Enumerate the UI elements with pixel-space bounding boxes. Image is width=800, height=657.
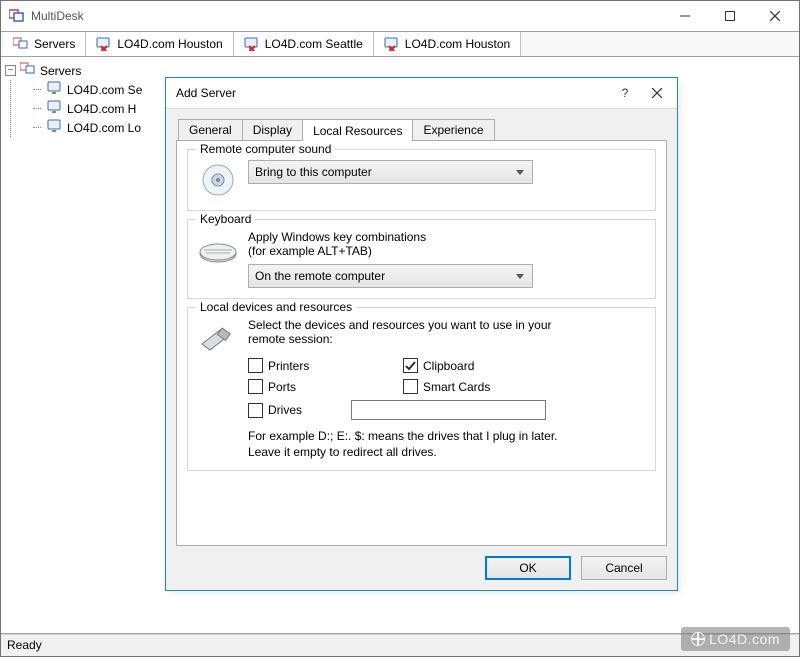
- group-keyboard: Keyboard Apply Windows key combinations …: [187, 219, 656, 299]
- tab-panel-local-resources: Remote computer sound Bring to this comp…: [176, 140, 667, 546]
- tab-display[interactable]: Display: [242, 119, 303, 140]
- drives-input[interactable]: [351, 400, 546, 420]
- dialog-tabs: General Display Local Resources Experien…: [178, 117, 667, 140]
- monitor-x-icon: [244, 37, 260, 51]
- sound-select-value: Bring to this computer: [255, 165, 372, 179]
- app-icon: [9, 8, 25, 24]
- checkbox-icon: [248, 358, 263, 373]
- collapse-icon[interactable]: −: [5, 65, 16, 76]
- statusbar: Ready: [1, 634, 799, 656]
- keyboard-desc-2: (for example ALT+TAB): [248, 244, 645, 258]
- group-title: Keyboard: [196, 212, 255, 226]
- keyboard-desc-1: Apply Windows key combinations: [248, 230, 645, 244]
- tree-item-label: LO4D.com Se: [67, 83, 142, 97]
- checkbox-label: Drives: [268, 403, 302, 417]
- cancel-button[interactable]: Cancel: [581, 556, 667, 580]
- titlebar: MultiDesk: [1, 1, 799, 31]
- group-title: Remote computer sound: [196, 142, 335, 156]
- tab-label: LO4D.com Houston: [117, 37, 222, 51]
- checkbox-smartcards[interactable]: Smart Cards: [403, 379, 583, 394]
- monitor-icon: [47, 119, 63, 136]
- titlebar-buttons: [662, 2, 797, 31]
- dialog-help-button[interactable]: ?: [609, 80, 641, 106]
- maximize-button[interactable]: [707, 2, 752, 31]
- watermark: LO4D.com: [681, 627, 790, 651]
- monitor-icon: [47, 81, 63, 98]
- checkbox-label: Smart Cards: [423, 380, 490, 394]
- devices-desc-2: remote session:: [248, 332, 645, 346]
- tab-servers[interactable]: Servers: [3, 32, 86, 56]
- speaker-icon: [198, 160, 238, 200]
- add-server-dialog: Add Server ? General Display Local Resou…: [165, 77, 678, 591]
- minimize-button[interactable]: [662, 2, 707, 31]
- tab-experience[interactable]: Experience: [412, 119, 494, 140]
- tab-label: LO4D.com Seattle: [265, 37, 363, 51]
- tree-item-label: LO4D.com Lo: [67, 121, 141, 135]
- tab-local-resources[interactable]: Local Resources: [302, 119, 413, 141]
- watermark-text: LO4D.com: [709, 631, 780, 647]
- dialog-titlebar: Add Server ?: [166, 78, 677, 108]
- group-devices: Local devices and resources Select the d…: [187, 307, 656, 471]
- window-title: MultiDesk: [31, 9, 662, 23]
- checkbox-icon: [248, 403, 263, 418]
- sound-select[interactable]: Bring to this computer: [248, 160, 533, 184]
- tab-general[interactable]: General: [178, 119, 243, 140]
- checkbox-ports[interactable]: Ports: [248, 379, 403, 394]
- keyboard-select[interactable]: On the remote computer: [248, 264, 533, 288]
- checkbox-label: Clipboard: [423, 359, 474, 373]
- monitor-x-icon: [384, 37, 400, 51]
- close-button[interactable]: [752, 2, 797, 31]
- ok-button[interactable]: OK: [485, 556, 571, 580]
- tab-server-3[interactable]: LO4D.com Houston: [374, 32, 521, 56]
- checkbox-label: Printers: [268, 359, 309, 373]
- checkbox-clipboard[interactable]: Clipboard: [403, 358, 583, 373]
- tab-label: LO4D.com Houston: [405, 37, 510, 51]
- checkbox-icon: [403, 379, 418, 394]
- servers-icon: [20, 62, 36, 79]
- dialog-body: General Display Local Resources Experien…: [166, 108, 677, 590]
- drives-help-1: For example D:; E:. $: means the drives …: [248, 428, 645, 444]
- checkbox-icon: [248, 379, 263, 394]
- tab-server-1[interactable]: LO4D.com Houston: [86, 32, 233, 56]
- dialog-close-button[interactable]: [641, 80, 673, 106]
- tab-server-2[interactable]: LO4D.com Seattle: [234, 32, 374, 56]
- servers-icon: [13, 37, 29, 51]
- globe-icon: [691, 632, 705, 646]
- usb-plug-icon: [198, 318, 238, 358]
- dialog-buttons: OK Cancel: [176, 546, 667, 580]
- checkbox-icon: [403, 358, 418, 373]
- monitor-x-icon: [96, 37, 112, 51]
- group-remote-sound: Remote computer sound Bring to this comp…: [187, 149, 656, 211]
- status-text: Ready: [7, 638, 42, 652]
- monitor-icon: [47, 100, 63, 117]
- tree-item-label: LO4D.com H: [67, 102, 136, 116]
- devices-desc-1: Select the devices and resources you wan…: [248, 318, 645, 332]
- tree-root-label: Servers: [40, 64, 81, 78]
- checkbox-label: Ports: [268, 380, 296, 394]
- drives-help-2: Leave it empty to redirect all drives.: [248, 444, 645, 460]
- group-title: Local devices and resources: [196, 300, 356, 314]
- checkbox-printers[interactable]: Printers: [248, 358, 403, 373]
- tab-label: Servers: [34, 37, 75, 51]
- keyboard-select-value: On the remote computer: [255, 269, 385, 283]
- main-tabstrip: Servers LO4D.com Houston LO4D.com Seattl…: [1, 31, 799, 57]
- dialog-title: Add Server: [176, 86, 609, 100]
- keyboard-icon: [198, 230, 238, 270]
